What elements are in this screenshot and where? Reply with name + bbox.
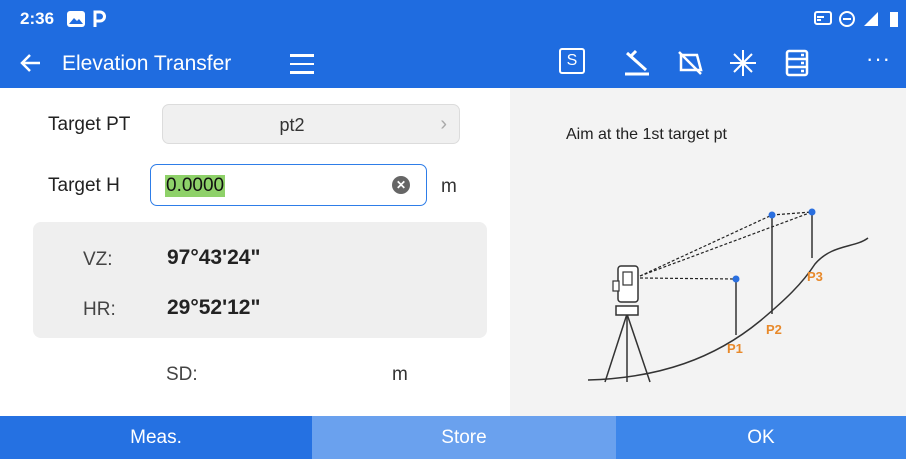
laser-plummet-icon[interactable]: [728, 48, 758, 78]
prism-off-icon[interactable]: [675, 48, 705, 78]
menu-icon[interactable]: [290, 54, 314, 74]
meas-button[interactable]: Meas.: [0, 416, 312, 459]
more-options-icon[interactable]: ···: [866, 46, 891, 72]
angle-readout-card: VZ: 97°43'24" HR: 29°52'12": [33, 222, 487, 338]
app-bar: Elevation Transfer S ···: [0, 38, 906, 88]
sd-unit: m: [392, 364, 408, 385]
elevation-diagram: P1 P2 P3: [587, 208, 869, 383]
target-h-label: Target H: [48, 175, 120, 196]
point-label-p2: P2: [766, 322, 782, 337]
page-title: Elevation Transfer: [62, 52, 232, 75]
store-button[interactable]: Store: [312, 416, 616, 459]
ok-button[interactable]: OK: [616, 416, 906, 459]
target-dot-p3: [808, 208, 816, 216]
back-arrow-icon[interactable]: [18, 48, 44, 78]
signal-icon: [864, 12, 878, 26]
target-h-value[interactable]: 0.0000: [165, 175, 226, 197]
gallery-icon: [67, 11, 85, 27]
illustration-panel: Aim at the 1st target pt P1 P2 P3: [510, 88, 906, 416]
hr-label: HR:: [83, 299, 116, 320]
cast-icon: [814, 11, 832, 25]
target-h-unit: m: [441, 176, 457, 197]
point-label-p3: P3: [807, 269, 823, 284]
target-pt-select[interactable]: pt2 ›: [162, 104, 460, 144]
data-list-icon[interactable]: [782, 48, 812, 78]
hr-value: 29°52'12": [167, 296, 261, 319]
battery-icon: [890, 12, 898, 27]
total-station-icon: [604, 265, 651, 383]
target-dot-p2: [768, 211, 776, 219]
target-pt-value: pt2: [279, 115, 305, 135]
target-pt-label: Target PT: [48, 114, 131, 135]
sd-label: SD:: [166, 364, 198, 385]
clear-icon[interactable]: ✕: [392, 176, 410, 194]
status-time: 2:36: [20, 9, 55, 28]
laser-pointer-icon[interactable]: [622, 48, 652, 78]
vz-value: 97°43'24": [167, 246, 261, 269]
vz-label: VZ:: [83, 249, 113, 270]
form-panel: Target PT pt2 › Target H 0.0000 ✕ m VZ: …: [0, 88, 510, 416]
bottom-action-bar: Meas. Store OK: [0, 416, 906, 459]
mode-s-button[interactable]: S: [559, 48, 585, 74]
do-not-disturb-icon: [839, 11, 855, 27]
target-dot-p1: [732, 275, 740, 283]
parking-icon: [93, 10, 106, 27]
point-label-p1: P1: [727, 341, 743, 356]
target-h-input[interactable]: 0.0000 ✕: [150, 164, 427, 206]
status-bar: 2:36: [0, 0, 906, 38]
chevron-right-icon: ›: [440, 113, 447, 135]
